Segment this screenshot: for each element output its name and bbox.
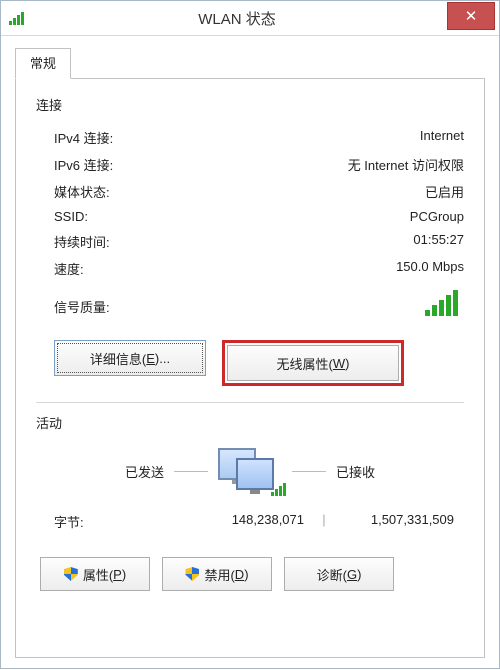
monitors-icon	[218, 448, 282, 494]
details-button[interactable]: 详细信息(E)...	[54, 340, 206, 376]
ipv4-value: Internet	[420, 128, 464, 147]
media-value: 已启用	[425, 182, 464, 201]
ipv4-label: IPv4 连接:	[54, 128, 113, 147]
wlan-status-window: WLAN 状态 ✕ 常规 连接 IPv4 连接: Internet IPv6 连…	[0, 0, 500, 669]
disable-button[interactable]: 禁用(D)	[162, 557, 272, 591]
activity-header: 已发送 已接收	[36, 442, 464, 504]
line-icon	[174, 471, 208, 472]
received-label: 已接收	[336, 462, 375, 481]
ipv6-value: 无 Internet 访问权限	[348, 155, 464, 174]
ssid-value: PCGroup	[410, 209, 464, 224]
properties-button[interactable]: 属性(P)	[40, 557, 150, 591]
duration-label: 持续时间:	[54, 232, 110, 251]
connection-buttons: 详细信息(E)... 无线属性(W)	[54, 340, 464, 386]
signal-label: 信号质量:	[54, 297, 110, 316]
content-area: 常规 连接 IPv4 连接: Internet IPv6 连接: 无 Inter…	[1, 36, 499, 670]
bytes-row: 字节: 148,238,071 | 1,507,331,509	[36, 504, 464, 535]
bytes-received: 1,507,331,509	[344, 512, 464, 531]
connection-heading: 连接	[36, 95, 464, 114]
duration-value: 01:55:27	[413, 232, 464, 251]
tab-panel: 连接 IPv4 连接: Internet IPv6 连接: 无 Internet…	[15, 78, 485, 658]
sent-label: 已发送	[125, 462, 164, 481]
wifi-icon	[9, 11, 27, 25]
speed-label: 速度:	[54, 259, 84, 278]
wireless-properties-button[interactable]: 无线属性(W)	[227, 345, 399, 381]
diagnose-button[interactable]: 诊断(G)	[284, 557, 394, 591]
activity-heading: 活动	[36, 413, 464, 432]
window-title: WLAN 状态	[27, 8, 447, 29]
close-icon: ✕	[465, 7, 478, 25]
row-ipv6: IPv6 连接: 无 Internet 访问权限	[36, 151, 464, 178]
titlebar: WLAN 状态 ✕	[1, 1, 499, 36]
row-signal: 信号质量:	[36, 282, 464, 322]
row-speed: 速度: 150.0 Mbps	[36, 255, 464, 282]
row-ssid: SSID: PCGroup	[36, 205, 464, 228]
shield-icon	[185, 567, 199, 581]
line-icon	[292, 471, 326, 472]
bytes-sent: 148,238,071	[154, 512, 304, 531]
speed-value: 150.0 Mbps	[396, 259, 464, 278]
close-button[interactable]: ✕	[447, 2, 495, 30]
row-duration: 持续时间: 01:55:27	[36, 228, 464, 255]
row-media: 媒体状态: 已启用	[36, 178, 464, 205]
media-label: 媒体状态:	[54, 182, 110, 201]
row-ipv4: IPv4 连接: Internet	[36, 124, 464, 151]
ssid-label: SSID:	[54, 209, 88, 224]
signal-bars-icon	[425, 290, 464, 316]
shield-icon	[64, 567, 78, 581]
separator	[36, 402, 464, 403]
ipv6-label: IPv6 连接:	[54, 155, 113, 174]
bytes-label: 字节:	[54, 512, 154, 531]
footer-buttons: 属性(P) 禁用(D) 诊断(G)	[40, 557, 464, 591]
tab-general[interactable]: 常规	[15, 48, 71, 79]
highlight-box: 无线属性(W)	[222, 340, 404, 386]
activity-section: 活动 已发送 已接收 字节: 148,2	[36, 413, 464, 591]
bytes-divider: |	[304, 512, 344, 531]
mini-signal-icon	[271, 483, 286, 496]
